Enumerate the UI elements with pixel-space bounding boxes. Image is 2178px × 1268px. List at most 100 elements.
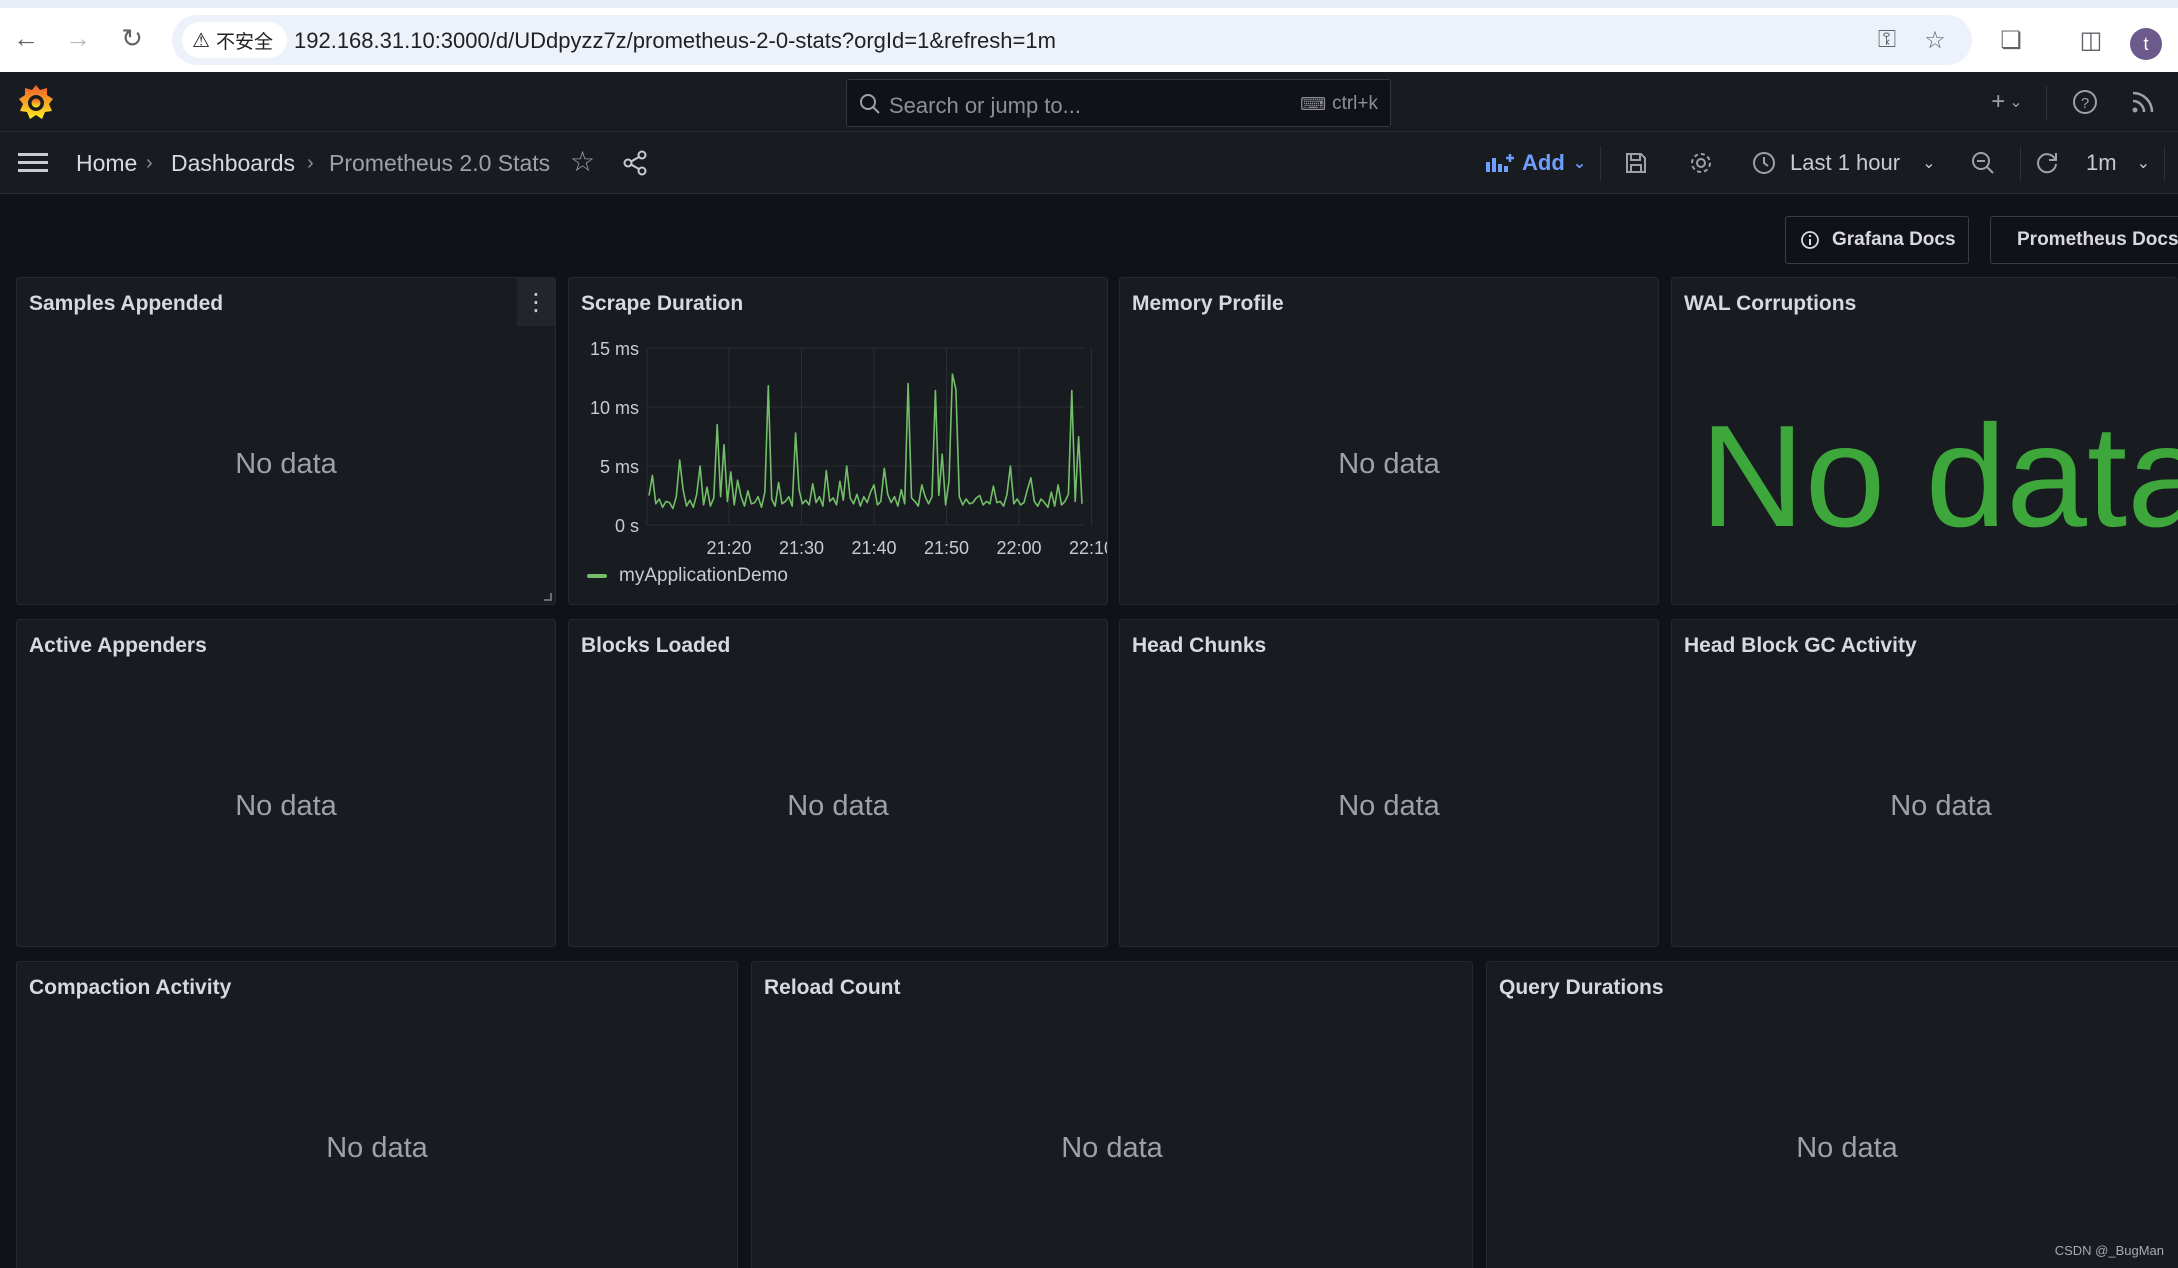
shortcut-label: ctrl+k bbox=[1332, 93, 1378, 114]
no-data-text: No data bbox=[1890, 790, 1992, 822]
breadcrumb-separator: › bbox=[307, 152, 314, 174]
extensions-icon[interactable]: ❏ bbox=[1996, 25, 2026, 55]
divider bbox=[2164, 146, 2165, 180]
dashboard-settings-gear-icon[interactable] bbox=[1688, 148, 1714, 178]
grafana-logo-icon[interactable] bbox=[16, 82, 56, 122]
no-data-text: No data bbox=[235, 448, 337, 480]
save-dashboard-icon[interactable] bbox=[1624, 148, 1648, 178]
panel-title: WAL Corruptions bbox=[1684, 292, 1857, 315]
warning-icon: ⚠ bbox=[192, 29, 210, 52]
link-grafana-docs[interactable]: Grafana Docs bbox=[1785, 216, 1969, 264]
panel-title: Compaction Activity bbox=[29, 976, 232, 999]
panel-title: Blocks Loaded bbox=[581, 634, 731, 657]
search-icon bbox=[860, 94, 880, 114]
x-tick-label: 21:20 bbox=[706, 538, 751, 558]
panel-title: Active Appenders bbox=[29, 634, 207, 657]
breadcrumb-home[interactable]: Home bbox=[76, 150, 137, 177]
panel-title: Head Chunks bbox=[1132, 634, 1267, 657]
y-tick-label: 10 ms bbox=[590, 398, 639, 418]
divider bbox=[1600, 146, 1601, 180]
menu-hamburger-icon[interactable] bbox=[18, 148, 48, 178]
keyboard-icon: ⌨ bbox=[1300, 93, 1327, 114]
no-data-text: No data bbox=[326, 1132, 428, 1164]
link-prometheus-docs[interactable]: Prometheus Docs bbox=[1990, 216, 2178, 264]
link-label: Prometheus Docs bbox=[2017, 229, 2178, 250]
no-data-text: No data bbox=[1061, 1132, 1163, 1164]
breadcrumb-current: Prometheus 2.0 Stats bbox=[329, 150, 551, 176]
panel-title: Memory Profile bbox=[1132, 292, 1284, 315]
add-panel-button[interactable]: Add ⌄ bbox=[1486, 148, 1586, 178]
address-bar[interactable]: ⚠ 不安全 192.168.31.10:3000/d/UDdpyzz7z/pro… bbox=[172, 15, 1972, 65]
link-label: Grafana Docs bbox=[1832, 229, 1956, 250]
x-tick-label: 21:40 bbox=[851, 538, 896, 558]
zoom-out-icon[interactable] bbox=[1970, 148, 1996, 178]
panel-query-durations[interactable]: Query Durations No data bbox=[1486, 961, 2178, 1268]
y-tick-label: 15 ms bbox=[590, 339, 639, 359]
panel-reload-count[interactable]: Reload Count No data bbox=[751, 961, 1473, 1268]
panel-blocks-loaded[interactable]: Blocks Loaded No data bbox=[568, 619, 1108, 947]
breadcrumb-dashboards[interactable]: Dashboards bbox=[171, 150, 295, 177]
y-tick-label: 5 ms bbox=[600, 457, 639, 477]
panel-title: Head Block GC Activity bbox=[1684, 634, 1917, 657]
global-search[interactable]: Search or jump to... ⌨ ctrl+k bbox=[846, 79, 1391, 127]
panel-compaction-activity[interactable]: Compaction Activity No data bbox=[16, 961, 738, 1268]
help-icon[interactable]: ? bbox=[2070, 88, 2100, 116]
add-label: Add bbox=[1522, 150, 1565, 175]
panel-wal-corruptions[interactable]: WAL Corruptions No data bbox=[1671, 277, 2178, 605]
no-data-text: No data bbox=[1338, 790, 1440, 822]
panel-memory-profile[interactable]: Memory Profile No data bbox=[1119, 277, 1659, 605]
time-range-label: Last 1 hour bbox=[1790, 150, 1901, 175]
security-label: 不安全 bbox=[215, 31, 273, 53]
password-key-icon[interactable]: ⚿ bbox=[1872, 25, 1902, 55]
watermark: CSDN @_BugMan bbox=[2054, 1243, 2164, 1258]
share-icon[interactable] bbox=[622, 148, 648, 178]
x-tick-label: 21:30 bbox=[779, 538, 824, 558]
stat-no-data-text: No data bbox=[1700, 395, 2178, 557]
clock-icon bbox=[1753, 152, 1775, 174]
forward-arrow-icon[interactable]: → bbox=[60, 20, 96, 56]
refresh-interval-picker[interactable]: 1m ⌄ bbox=[2086, 148, 2150, 178]
security-indicator[interactable]: ⚠ 不安全 bbox=[182, 22, 287, 58]
panel-menu-kebab-icon[interactable]: ⋮ bbox=[517, 278, 555, 326]
series-line bbox=[648, 373, 1083, 510]
refresh-interval-label: 1m bbox=[2086, 150, 2117, 175]
no-data-text: No data bbox=[1796, 1132, 1898, 1164]
panel-head-chunks[interactable]: Head Chunks No data bbox=[1119, 619, 1659, 947]
refresh-icon[interactable] bbox=[2034, 148, 2060, 178]
scrape-duration-chart[interactable]: 0 s 5 ms 10 ms 15 ms 21:20 21:30 21:40 21:50 22:… bbox=[569, 278, 1107, 598]
panel-scrape-duration[interactable]: Scrape Duration 0 s5 ms 10 ms 15 ms 21:20 21… bbox=[568, 277, 1108, 605]
panel-title: Query Durations bbox=[1499, 976, 1664, 999]
panel-head-block-gc-activity[interactable]: Head Block GC Activity No data bbox=[1671, 619, 2178, 947]
y-tick-label: 0 s bbox=[615, 516, 639, 536]
browser-chrome: ← → ↻ ⚠ 不安全 192.168.31.10:3000/d/UDdpyzz… bbox=[0, 0, 2178, 72]
star-favorite-icon[interactable]: ☆ bbox=[570, 146, 595, 177]
time-range-picker[interactable]: Last 1 hour ⌄ bbox=[1752, 148, 1935, 178]
side-panel-icon[interactable]: ◫ bbox=[2076, 25, 2106, 55]
back-arrow-icon[interactable]: ← bbox=[8, 20, 44, 56]
info-icon bbox=[1801, 231, 1819, 249]
no-data-text: No data bbox=[235, 790, 337, 822]
news-feed-icon[interactable] bbox=[2128, 88, 2158, 116]
add-panel-icon bbox=[1486, 154, 1514, 172]
reload-icon[interactable]: ↻ bbox=[114, 20, 150, 56]
new-plus-menu-icon[interactable]: + ⌄ bbox=[1984, 88, 2030, 116]
x-tick-label: 21:50 bbox=[924, 538, 969, 558]
legend-swatch bbox=[587, 574, 607, 578]
chevron-down-icon: ⌄ bbox=[1572, 155, 1587, 172]
url-text[interactable]: 192.168.31.10:3000/d/UDdpyzz7z/prometheu… bbox=[294, 28, 1056, 54]
x-tick-label: 22:00 bbox=[996, 538, 1041, 558]
divider bbox=[2020, 146, 2021, 180]
svg-text:?: ? bbox=[2081, 95, 2089, 112]
no-data-text: No data bbox=[1338, 448, 1440, 480]
x-tick-label: 22:10 bbox=[1069, 538, 1107, 558]
divider bbox=[2046, 86, 2047, 120]
panel-active-appenders[interactable]: Active Appenders No data bbox=[16, 619, 556, 947]
panel-samples-appended[interactable]: Samples Appended ⋮ No data bbox=[16, 277, 556, 605]
grafana-topbar: Search or jump to... ⌨ ctrl+k + ⌄ ? bbox=[0, 72, 2178, 132]
bookmark-star-icon[interactable]: ☆ bbox=[1920, 25, 1950, 55]
chevron-down-icon: ⌄ bbox=[2136, 155, 2150, 172]
resize-handle-icon[interactable] bbox=[544, 593, 552, 601]
breadcrumb-separator: › bbox=[146, 152, 153, 174]
chevron-down-icon: ⌄ bbox=[1922, 155, 1936, 172]
profile-avatar[interactable]: t bbox=[2130, 28, 2162, 60]
